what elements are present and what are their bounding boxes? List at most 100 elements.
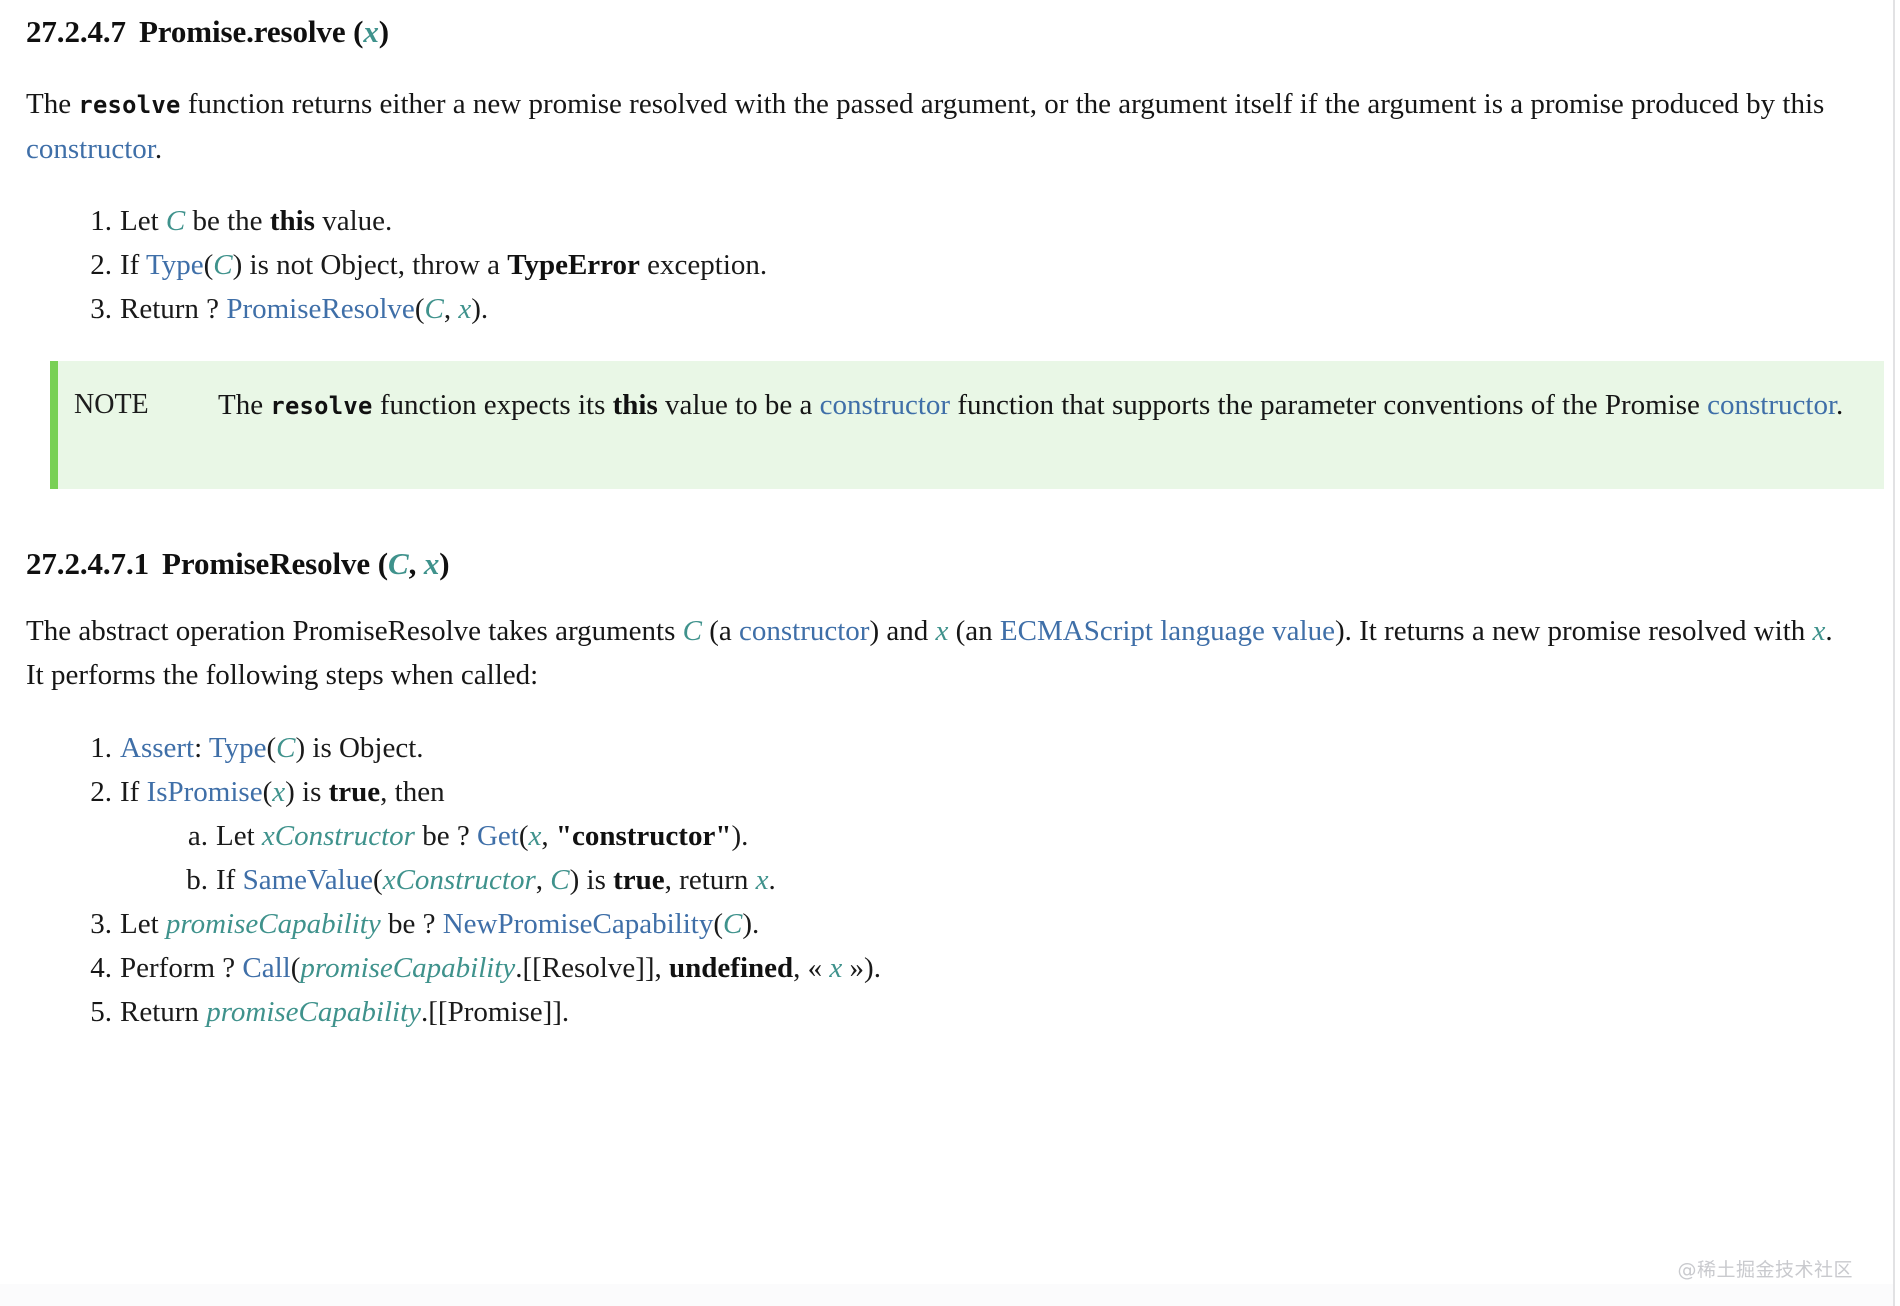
step-keyword: undefined (669, 952, 794, 984)
algorithm-step: 5. Return promiseCapability.[[Promise]]. (78, 990, 1778, 1034)
step-keyword: true (613, 864, 665, 896)
step-marker: a. (187, 820, 208, 852)
step-link[interactable]: Type (146, 249, 204, 281)
step-text: , (443, 293, 459, 325)
step-marker: 1. (90, 732, 112, 764)
step-text: be the (185, 205, 270, 237)
step-variable: x (272, 776, 286, 808)
algorithm-step: 2. If IsPromise(x) is true, then a. Let xCo… (78, 770, 1778, 902)
abs-link-language-value[interactable]: ECMAScript language value (1000, 615, 1335, 647)
step-variable: C (723, 908, 743, 940)
clause-heading-promiseresolve-abstract[interactable]: 27.2.4.7.1 PromiseResolve (C, x) (26, 545, 450, 584)
step-link[interactable]: NewPromiseCapability (443, 908, 714, 940)
step-variable: promiseCapability (206, 996, 421, 1028)
step-link[interactable]: Type (209, 732, 267, 764)
step-link[interactable]: IsPromise (147, 776, 263, 808)
abs-text-2: (a (701, 615, 739, 647)
step-text: value. (314, 205, 393, 237)
step-marker: 3. (90, 908, 112, 940)
clause-number: 27.2.4.7 (26, 14, 126, 49)
algorithm-step: 3. Return ? PromiseResolve(C, x). (78, 287, 1778, 331)
step-keyword: true (328, 776, 381, 808)
algorithm-substeps: a. Let xConstructor be ? Get(x, "construc… (120, 814, 1778, 902)
step-link[interactable]: Call (242, 952, 290, 984)
step-body: If Type(C) is not Object, throw a TypeEr… (120, 249, 767, 281)
step-marker: 1. (90, 205, 112, 237)
spec-page: 27.2.4.7 Promise.resolve (x) The resolve … (0, 0, 1893, 1306)
step-text: ) is Object. (295, 732, 424, 764)
step-text: ( (203, 249, 214, 281)
step-body: Return ? PromiseResolve(C, x). (120, 293, 488, 325)
note-text-3: value to be a (657, 389, 820, 421)
step-link[interactable]: PromiseResolve (226, 293, 415, 325)
step-variable: C (424, 293, 444, 325)
link-constructor[interactable]: constructor (26, 133, 155, 165)
abs-link-constructor[interactable]: constructor (739, 615, 869, 647)
step-keyword: TypeError (507, 249, 640, 281)
step-text: ) is (569, 864, 614, 896)
step-text: Return ? (120, 293, 227, 325)
note-text-1: The (218, 389, 271, 421)
heading-2-paren-close: ) (439, 546, 450, 581)
step-link[interactable]: Assert (120, 732, 194, 764)
step-text: Let (120, 908, 166, 940)
step-link[interactable]: Get (477, 820, 519, 852)
step-text: If (216, 864, 243, 896)
abs-text-1: The abstract operation PromiseResolve ta… (26, 615, 683, 647)
clause-intro-paragraph: The resolve function returns either a ne… (26, 82, 1844, 171)
note-link-constructor-2[interactable]: constructor (1707, 389, 1836, 421)
step-text: .[[Resolve]], (515, 952, 670, 984)
step-variable: C (276, 732, 296, 764)
note-link-constructor-1[interactable]: constructor (820, 389, 950, 421)
step-text: Return (120, 996, 207, 1028)
step-text: .[[Promise]]. (421, 996, 570, 1028)
note-code-resolve: resolve (270, 392, 373, 420)
algorithm-step: 1. Let C be the this value. (78, 199, 1778, 243)
step-marker: 2. (90, 776, 112, 808)
clause-heading-promise-resolve[interactable]: 27.2.4.7 Promise.resolve (x) (26, 13, 389, 52)
step-marker: b. (186, 864, 208, 896)
step-text: If (120, 776, 147, 808)
step-text: be ? (380, 908, 443, 940)
page-right-rule (1893, 0, 1895, 1306)
step-body: Perform ? Call(promiseCapability.[[Resol… (120, 952, 881, 984)
step-marker: 3. (90, 293, 112, 325)
step-text: . (768, 864, 776, 896)
step-text: Let (120, 205, 166, 237)
step-variable: xConstructor (261, 820, 415, 852)
step-body: Let C be the this value. (120, 205, 392, 237)
heading-2-param-c: C (387, 546, 409, 581)
note-label: NOTE (74, 389, 149, 420)
step-text: ( (373, 864, 383, 896)
step-link[interactable]: SameValue (243, 864, 373, 896)
abs-var-x-2: x (1812, 615, 1826, 647)
code-resolve: resolve (78, 91, 181, 119)
abs-text-3: ) and (869, 615, 936, 647)
step-body: Let promiseCapability be ? NewPromiseCap… (120, 908, 759, 940)
step-variable: C (165, 205, 186, 237)
bottom-band (0, 1284, 1893, 1306)
step-text: If (120, 249, 147, 281)
step-text: Let (216, 820, 262, 852)
step-variable: x (829, 952, 843, 984)
abs-text-4: (an (948, 615, 1000, 647)
algorithm-step: 2. If Type(C) is not Object, throw a Type… (78, 243, 1778, 287)
abs-var-x: x (935, 615, 949, 647)
step-text: ). (731, 820, 749, 852)
step-text: ). (471, 293, 489, 325)
step-text: ( (262, 776, 273, 808)
note-text-2: function expects its (372, 389, 613, 421)
step-keyword: this (269, 205, 315, 237)
heading-param-x: x (363, 14, 379, 49)
step-text: ) is (285, 776, 329, 808)
algorithm-step: a. Let xConstructor be ? Get(x, "construc… (176, 814, 1778, 858)
step-body: Return promiseCapability.[[Promise]]. (120, 996, 569, 1028)
note-keyword-this: this (612, 389, 658, 421)
step-text: : (194, 732, 209, 764)
step-text: , (541, 820, 556, 852)
abs-text-5: ). It returns a new promise resolved wit… (1334, 615, 1813, 647)
step-text: ( (290, 952, 301, 984)
algorithm-step: 3. Let promiseCapability be ? NewPromiseC… (78, 902, 1778, 946)
step-string-literal: "constructor" (555, 820, 732, 852)
step-marker: 5. (90, 996, 112, 1028)
